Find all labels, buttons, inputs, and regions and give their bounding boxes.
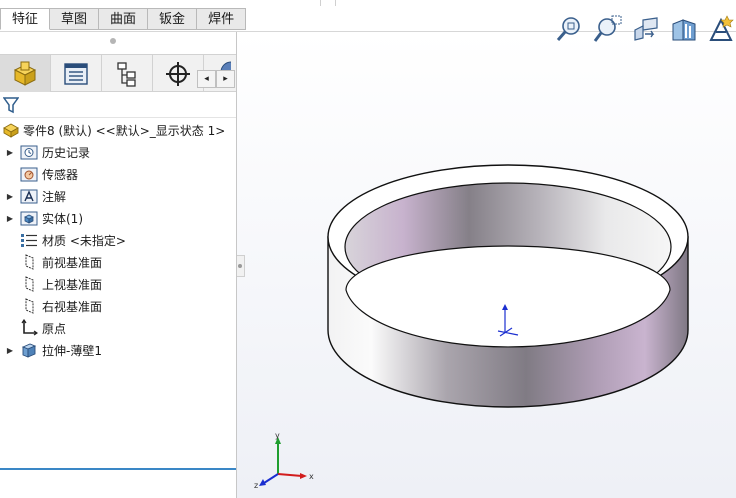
tree-item-label: 历史记录 xyxy=(42,145,91,160)
tab-weldments[interactable]: 焊件 xyxy=(197,8,247,30)
tree-root-label: 零件8 (默认) <<默认>_显示状态 1> xyxy=(23,123,226,138)
tree-item-label: 拉伸-薄壁1 xyxy=(42,343,102,358)
previous-view-button[interactable] xyxy=(629,12,663,46)
section-view-icon xyxy=(672,19,696,41)
panel-splitter-handle[interactable] xyxy=(320,0,336,6)
dimxpert-manager-icon xyxy=(166,61,190,86)
zoom-to-fit-icon xyxy=(556,17,580,41)
zoom-to-area-button[interactable] xyxy=(591,12,625,46)
triad-x-label: x xyxy=(309,472,314,481)
tree-filter-row xyxy=(0,92,236,118)
tree-item-label: 材质 <未指定> xyxy=(42,233,126,248)
tree-item-extrude-thin[interactable]: ▶ 拉伸-薄壁1 xyxy=(0,339,236,361)
property-manager-icon xyxy=(64,62,88,85)
tree-item-label: 前视基准面 xyxy=(42,255,103,270)
tree-item-solid-bodies[interactable]: ▶ 实体(1) xyxy=(0,207,236,229)
tree-item-label: 传感器 xyxy=(42,167,79,182)
tree-item-annotations[interactable]: ▶ 注解 xyxy=(0,185,236,207)
triad-z-label: z xyxy=(254,481,258,490)
panel-collapse-handle[interactable] xyxy=(237,255,245,277)
solid-bodies-icon xyxy=(20,211,38,226)
sensor-icon xyxy=(20,167,38,182)
coordinate-triad: y x z xyxy=(254,431,314,490)
annotation-icon xyxy=(20,189,38,204)
expand-arrow-icon[interactable]: ▶ xyxy=(4,192,16,201)
part-icon xyxy=(3,123,19,138)
tree-item-label: 右视基准面 xyxy=(42,299,103,314)
scroll-left-button[interactable]: ◂ xyxy=(197,70,216,88)
zoom-to-area-icon xyxy=(593,15,622,42)
scroll-right-button[interactable]: ▸ xyxy=(216,70,235,88)
tree-item-label: 上视基准面 xyxy=(42,277,103,292)
tab-feature-manager[interactable] xyxy=(0,55,51,92)
triad-y-label: y xyxy=(275,431,280,440)
tab-configuration-manager[interactable] xyxy=(102,55,153,92)
tree-item-history[interactable]: ▶ 历史记录 xyxy=(0,141,236,163)
feature-manager-icon xyxy=(13,61,37,86)
tab-sheet-metal[interactable]: 钣金 xyxy=(148,8,198,30)
plane-icon xyxy=(25,298,34,314)
plane-icon xyxy=(25,276,34,292)
command-tabs: 特征 草图 曲面 钣金 焊件 xyxy=(0,8,247,30)
tab-surfaces[interactable]: 曲面 xyxy=(99,8,149,30)
feature-tree: ▶ 历史记录 传感器 ▶ 注解 ▶ 实体(1) 材质 <未指定> 前视基准面 上… xyxy=(0,141,236,470)
plane-icon xyxy=(25,254,34,270)
tree-item-sensors[interactable]: 传感器 xyxy=(0,163,236,185)
tree-item-origin[interactable]: 原点 xyxy=(0,317,236,339)
tree-item-label: 注解 xyxy=(42,189,67,204)
material-icon xyxy=(21,234,37,247)
tree-item-material[interactable]: 材质 <未指定> xyxy=(0,229,236,251)
history-folder-icon xyxy=(20,145,38,160)
configuration-manager-icon xyxy=(117,61,136,87)
previous-view-icon xyxy=(634,17,658,41)
tree-item-label: 原点 xyxy=(42,321,67,336)
extrude-feature-icon xyxy=(21,343,37,358)
origin-icon xyxy=(21,319,38,336)
tab-property-manager[interactable] xyxy=(51,55,102,92)
panel-grip[interactable] xyxy=(110,38,116,44)
tab-features[interactable]: 特征 xyxy=(0,8,51,30)
tab-scroll-buttons: ◂ ▸ xyxy=(197,70,235,88)
expand-arrow-icon[interactable]: ▶ xyxy=(4,148,16,157)
feature-manager-panel: ◂ ▸ 零件8 (默认) <<默认>_显示状态 1> ▶ 历史记录 传感器 ▶ … xyxy=(0,32,237,498)
tab-sketch[interactable]: 草图 xyxy=(50,8,100,30)
tree-item-top-plane[interactable]: 上视基准面 xyxy=(0,273,236,295)
tree-root[interactable]: 零件8 (默认) <<默认>_显示状态 1> xyxy=(0,121,225,139)
section-view-button[interactable] xyxy=(667,12,701,46)
filter-icon[interactable] xyxy=(3,96,19,114)
view-orientation-icon xyxy=(709,15,734,41)
tree-rollback-bar[interactable] xyxy=(0,468,236,470)
zoom-to-fit-button[interactable] xyxy=(553,12,587,46)
tree-item-right-plane[interactable]: 右视基准面 xyxy=(0,295,236,317)
expand-arrow-icon[interactable]: ▶ xyxy=(4,346,16,355)
heads-up-view-toolbar xyxy=(553,12,736,46)
tree-item-front-plane[interactable]: 前视基准面 xyxy=(0,251,236,273)
expand-arrow-icon[interactable]: ▶ xyxy=(4,214,16,223)
ring-part-model[interactable] xyxy=(322,160,692,425)
tree-item-label: 实体(1) xyxy=(42,211,83,226)
view-orientation-button[interactable] xyxy=(705,12,736,46)
